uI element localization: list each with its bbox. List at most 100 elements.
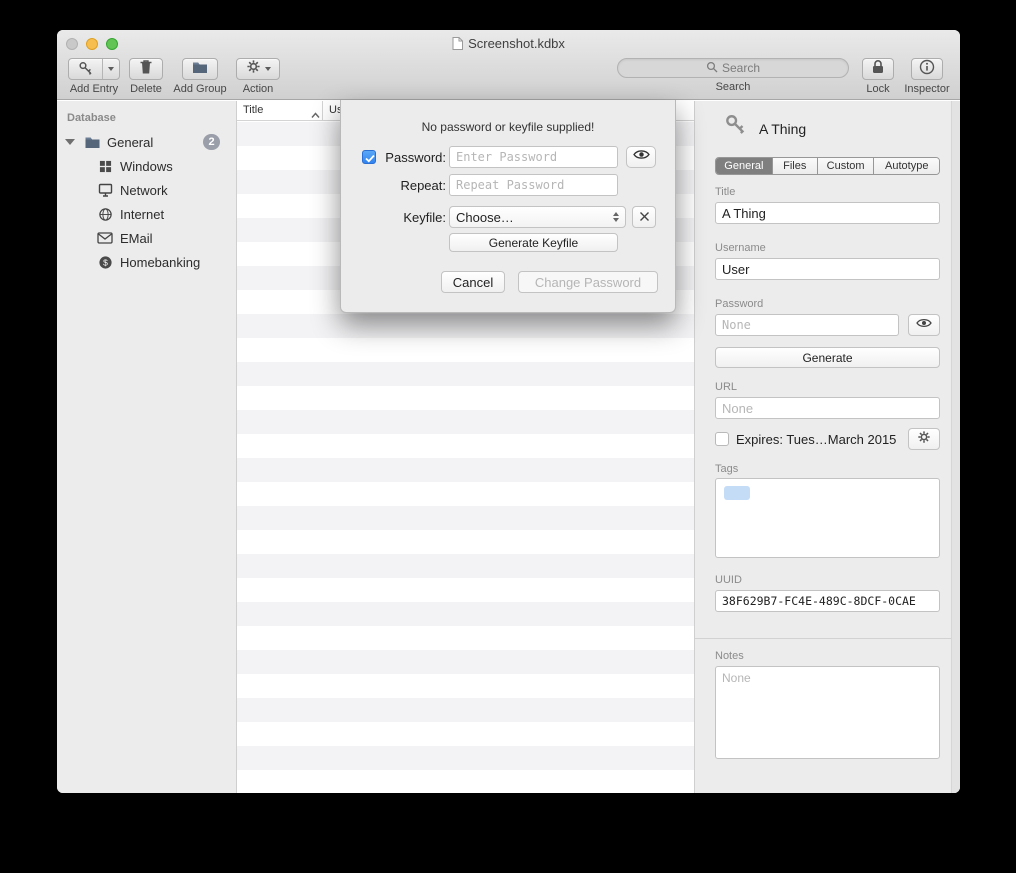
sheet-repeat-label: Repeat: (376, 178, 446, 193)
info-icon (919, 59, 935, 80)
password-label: Password (715, 298, 763, 310)
chevron-down-icon (265, 67, 271, 71)
delete-label: Delete (130, 83, 162, 95)
inspector-panel: A Thing General Files Custom Autotype Ti… (695, 101, 960, 793)
reveal-password-button[interactable] (908, 314, 940, 336)
title-input[interactable] (715, 202, 940, 224)
search-icon (706, 61, 718, 76)
sidebar-item-windows[interactable]: Windows (57, 154, 236, 178)
action-button[interactable] (236, 58, 280, 80)
notes-textarea[interactable] (715, 666, 940, 759)
cancel-button[interactable]: Cancel (441, 271, 505, 293)
svg-text:$: $ (103, 257, 108, 267)
tab-files[interactable]: Files (773, 158, 818, 174)
action-group: Action (235, 58, 281, 95)
sidebar-item-general[interactable]: General 2 (57, 130, 236, 154)
tab-general[interactable]: General (716, 158, 773, 174)
gear-icon (246, 59, 261, 79)
envelope-icon (96, 232, 114, 244)
sheet-keyfile-label: Keyfile: (376, 210, 446, 225)
inspector-scrollbar[interactable] (951, 101, 960, 793)
sidebar-item-label: Homebanking (120, 255, 200, 270)
tags-label: Tags (715, 463, 738, 475)
folder-icon (83, 135, 101, 149)
uuid-field-wrap (715, 590, 940, 612)
username-field-wrap (715, 258, 940, 280)
coin-icon: $ (96, 255, 114, 270)
search-placeholder: Search (722, 61, 760, 75)
delete-button[interactable] (129, 58, 163, 80)
key-icon (69, 59, 103, 79)
sheet-reveal-button[interactable] (626, 146, 656, 168)
app-window: Screenshot.kdbx Add Entry Delete (57, 30, 960, 793)
globe-icon (96, 207, 114, 222)
lock-label: Lock (866, 83, 889, 95)
lock-button[interactable] (862, 58, 894, 80)
tab-custom[interactable]: Custom (818, 158, 875, 174)
chevron-down-icon[interactable] (103, 59, 119, 79)
sidebar-item-label: Windows (120, 159, 173, 174)
search-group: Search Search (617, 58, 849, 93)
password-checkbox[interactable] (362, 150, 376, 164)
sidebar: Database General 2 Windows Network Inter… (57, 101, 237, 793)
entry-header: A Thing (723, 113, 806, 144)
key-icon (723, 113, 749, 144)
add-group-button[interactable] (182, 58, 218, 80)
disclosure-triangle-icon[interactable] (65, 139, 75, 145)
generate-keyfile-button[interactable]: Generate Keyfile (449, 233, 618, 252)
generate-button[interactable]: Generate (715, 347, 940, 368)
tag-token[interactable] (724, 486, 750, 500)
repeat-password-input[interactable] (449, 174, 618, 196)
password-field-wrap (715, 314, 899, 336)
inspector-button[interactable] (911, 58, 943, 80)
window-chrome: Screenshot.kdbx Add Entry Delete (57, 30, 960, 100)
titlebar: Screenshot.kdbx (57, 30, 960, 57)
sidebar-item-label: EMail (120, 231, 153, 246)
clear-keyfile-button[interactable] (632, 206, 656, 228)
enter-password-input[interactable] (449, 146, 618, 168)
add-group-group: Add Group (169, 58, 231, 95)
inspector-group: Inspector (899, 58, 955, 95)
document-proxy-icon (452, 38, 463, 53)
uuid-input[interactable] (715, 590, 940, 612)
password-input[interactable] (715, 314, 899, 336)
gear-icon (917, 430, 931, 449)
add-group-label: Add Group (173, 83, 226, 95)
delete-group: Delete (127, 58, 165, 95)
entry-title: A Thing (759, 121, 806, 137)
search-input[interactable]: Search (617, 58, 849, 78)
url-input[interactable] (715, 397, 940, 419)
lock-icon (871, 59, 885, 80)
folder-icon (192, 60, 208, 79)
sidebar-item-label: Network (120, 183, 168, 198)
add-entry-button[interactable] (68, 58, 120, 80)
sidebar-item-internet[interactable]: Internet (57, 202, 236, 226)
toolbar: Add Entry Delete Add Group (57, 57, 960, 100)
sidebar-item-label: Internet (120, 207, 164, 222)
column-header-title[interactable]: Title (243, 104, 263, 116)
keyfile-popup[interactable]: Choose… (449, 206, 626, 228)
sidebar-item-network[interactable]: Network (57, 178, 236, 202)
inspector-label: Inspector (904, 83, 949, 95)
tab-autotype[interactable]: Autotype (874, 158, 939, 174)
window-title-text: Screenshot.kdbx (468, 36, 565, 51)
sidebar-item-email[interactable]: EMail (57, 226, 236, 250)
trash-icon (139, 59, 153, 80)
url-field-wrap (715, 397, 940, 419)
lock-group: Lock (861, 58, 895, 95)
tags-box[interactable] (715, 478, 940, 558)
url-label: URL (715, 381, 737, 393)
windows-icon (96, 160, 114, 173)
expires-checkbox[interactable] (715, 432, 729, 446)
sidebar-item-homebanking[interactable]: $ Homebanking (57, 250, 236, 274)
sidebar-section-header: Database (57, 109, 236, 130)
expires-options-button[interactable] (908, 428, 940, 450)
sidebar-item-label: General (107, 135, 153, 150)
window-title: Screenshot.kdbx (57, 36, 960, 53)
username-input[interactable] (715, 258, 940, 280)
inspector-divider (695, 638, 960, 639)
sheet-password-label: Password: (376, 150, 446, 165)
change-password-button[interactable]: Change Password (518, 271, 658, 293)
keyfile-popup-value: Choose… (456, 210, 514, 225)
column-divider[interactable] (322, 101, 323, 120)
